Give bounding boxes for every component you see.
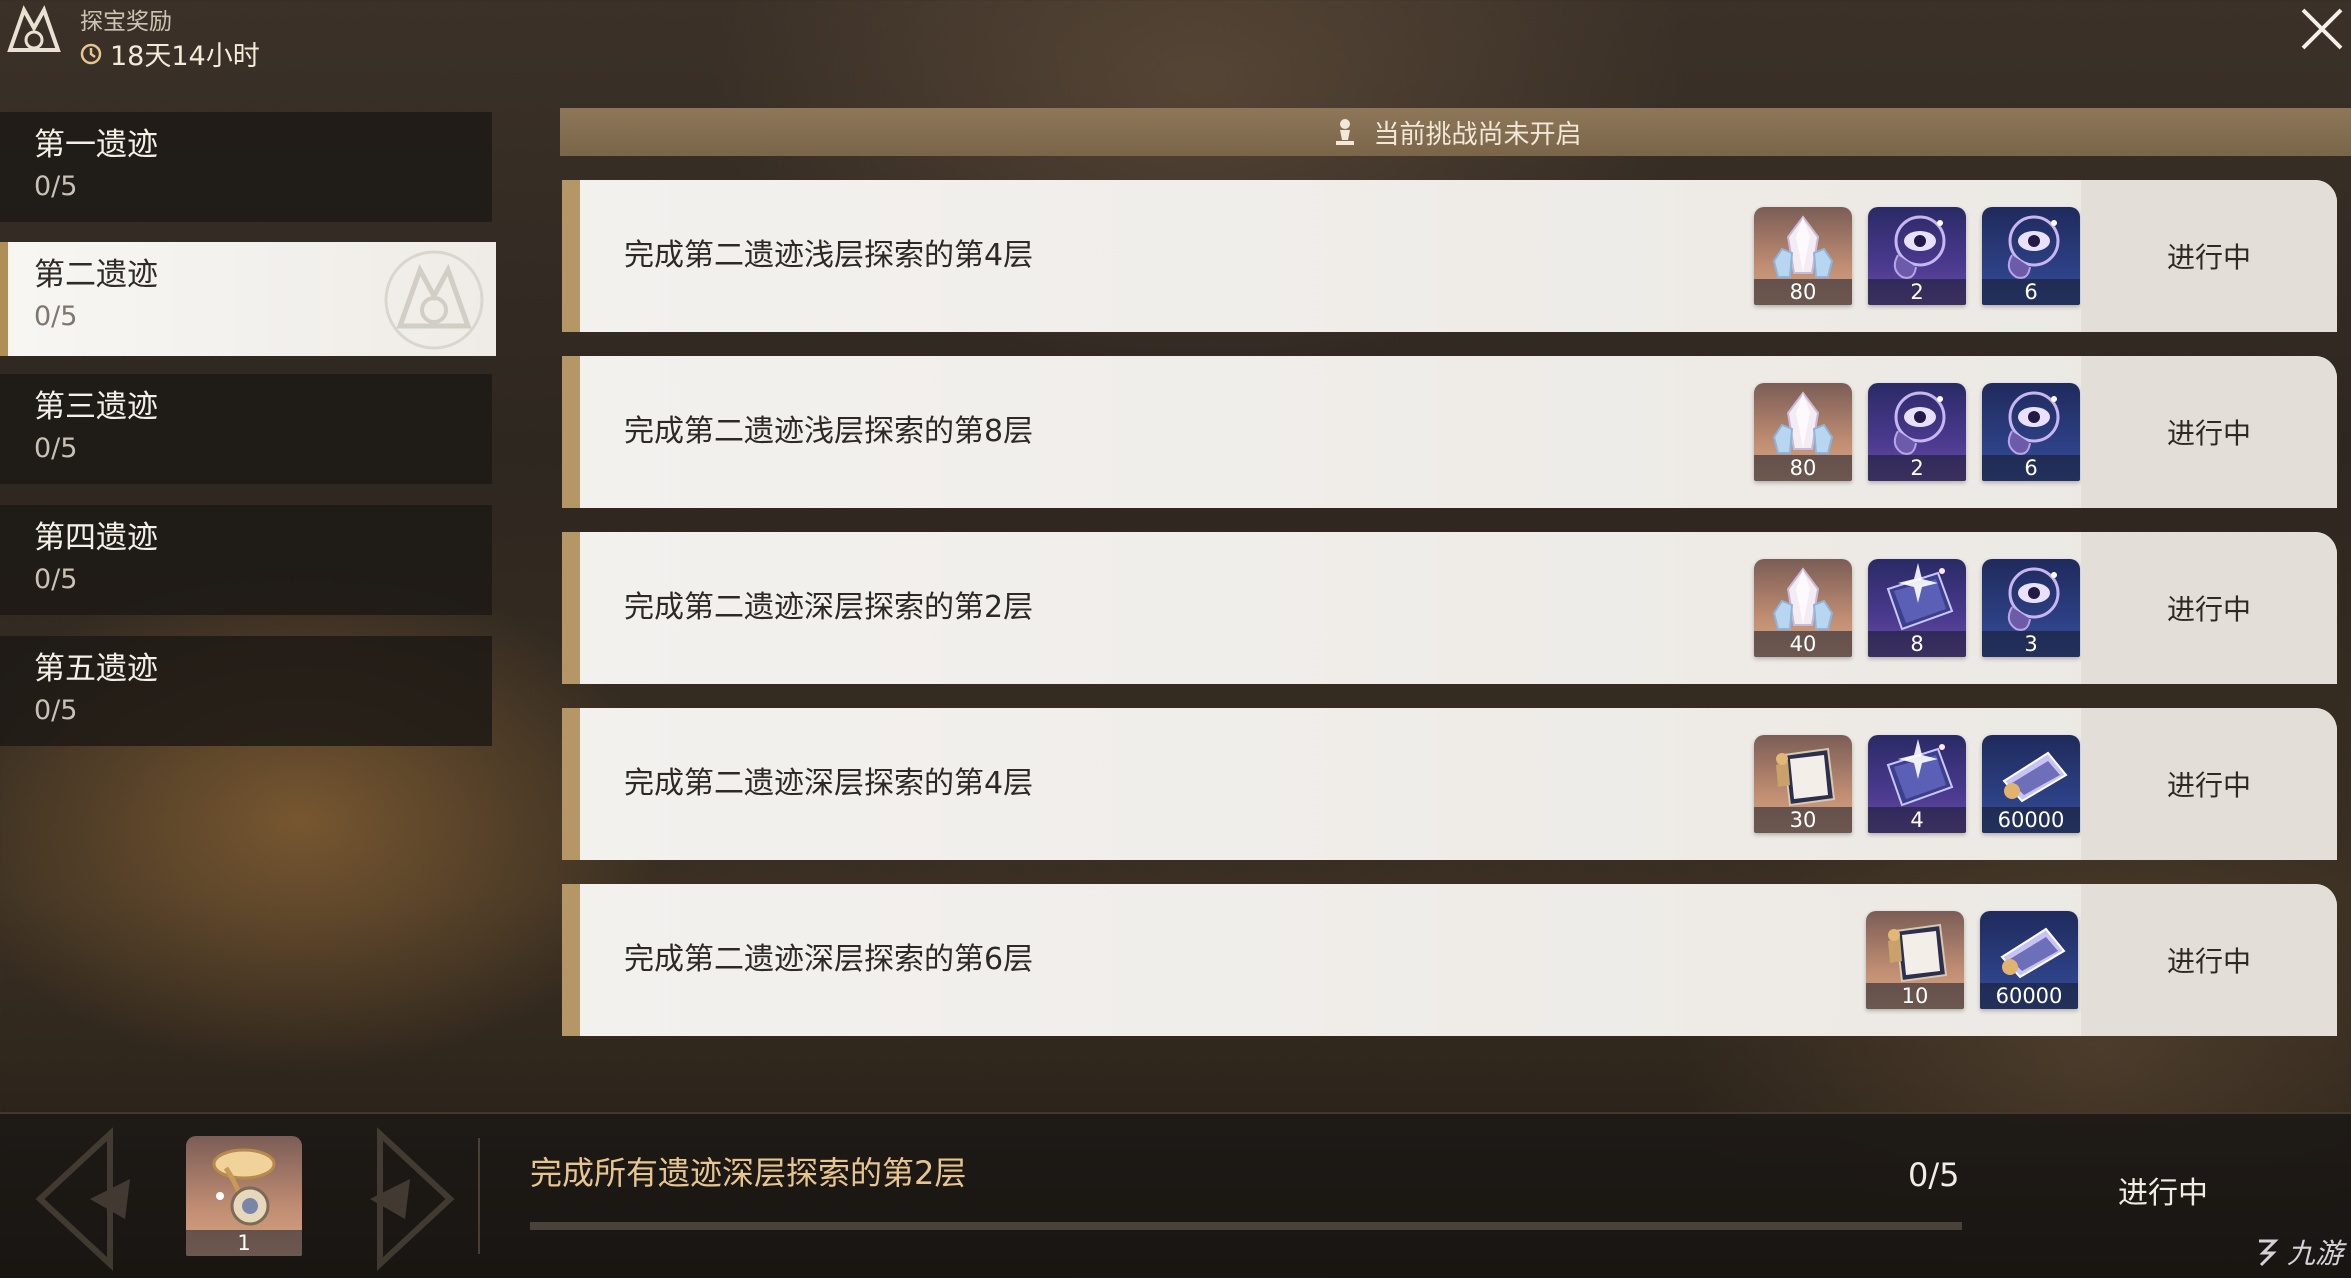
reward-qty: 6 bbox=[1982, 455, 2080, 481]
reward-item[interactable]: 60000 bbox=[1980, 911, 2078, 1009]
sidebar-item-ruin-2[interactable]: 第二遗迹 0/5 bbox=[0, 242, 496, 356]
overall-goal-progress: 0/5 bbox=[1908, 1156, 1960, 1194]
eye-orb-icon bbox=[1982, 383, 2080, 461]
reward-item[interactable]: 80 bbox=[1754, 383, 1852, 481]
task-row: 完成第二遗迹深层探索的第2层 40 8 3 进行中 bbox=[562, 532, 2337, 684]
reward-qty: 40 bbox=[1754, 631, 1852, 657]
clock-icon bbox=[80, 43, 102, 64]
progress-bar-track bbox=[530, 1222, 1962, 1230]
eye-orb-icon bbox=[1982, 559, 2080, 637]
watermark-logo-icon bbox=[2258, 1239, 2279, 1267]
sidebar-item-name: 第五遗迹 bbox=[34, 651, 158, 687]
task-status[interactable]: 进行中 bbox=[2081, 532, 2337, 684]
task-status[interactable]: 进行中 bbox=[2081, 356, 2337, 508]
reward-qty: 2 bbox=[1868, 455, 1966, 481]
reward-item[interactable]: 6 bbox=[1982, 207, 2080, 305]
task-status-text: 进行中 bbox=[2166, 417, 2251, 450]
watermark-text: 九游 bbox=[2286, 1237, 2343, 1270]
reward-qty: 80 bbox=[1754, 455, 1852, 481]
reward-qty: 1 bbox=[186, 1230, 302, 1256]
task-label: 完成第二遗迹深层探索的第4层 bbox=[624, 766, 1034, 801]
crystal-icon bbox=[1754, 207, 1852, 285]
task-label: 完成第二遗迹深层探索的第6层 bbox=[624, 942, 1034, 977]
reward-item[interactable]: 40 bbox=[1754, 559, 1852, 657]
close-icon[interactable] bbox=[2299, 6, 2345, 52]
credit-card-icon bbox=[1980, 911, 2078, 989]
sidebar-item-ruin-1[interactable]: 第一遗迹 0/5 bbox=[0, 112, 492, 222]
task-row: 完成第二遗迹浅层探索的第4层 80 2 6 进行中 bbox=[562, 180, 2337, 332]
sidebar-item-progress: 0/5 bbox=[34, 433, 78, 464]
task-row: 完成第二遗迹深层探索的第6层 10 60000 进行中 bbox=[562, 884, 2337, 1036]
task-status[interactable]: 进行中 bbox=[2081, 180, 2337, 332]
reward-item[interactable]: 60000 bbox=[1982, 735, 2080, 833]
reward-item[interactable]: 10 bbox=[1866, 911, 1964, 1009]
reward-qty: 8 bbox=[1868, 631, 1966, 657]
reward-qty: 6 bbox=[1982, 279, 2080, 305]
sidebar-item-name: 第三遗迹 bbox=[34, 389, 158, 425]
reward-qty: 2 bbox=[1868, 279, 1966, 305]
reward-item[interactable]: 80 bbox=[1754, 207, 1852, 305]
sparkle-book-icon bbox=[1868, 559, 1966, 637]
crystal-icon bbox=[1754, 383, 1852, 461]
eye-orb-icon bbox=[1868, 383, 1966, 461]
task-label: 完成第二遗迹浅层探索的第4层 bbox=[624, 238, 1034, 273]
reward-qty: 80 bbox=[1754, 279, 1852, 305]
reward-item[interactable]: 3 bbox=[1982, 559, 2080, 657]
overall-goal-label: 完成所有遗迹深层探索的第2层 bbox=[530, 1154, 967, 1192]
reward-qty: 30 bbox=[1754, 807, 1852, 833]
sidebar-item-progress: 0/5 bbox=[34, 564, 78, 595]
sidebar-item-progress: 0/5 bbox=[34, 171, 78, 202]
task-row: 完成第二遗迹深层探索的第4层 30 4 60000 进行中 bbox=[562, 708, 2337, 860]
task-row: 完成第二遗迹浅层探索的第8层 80 2 6 进行中 bbox=[562, 356, 2337, 508]
task-status-text: 进行中 bbox=[2166, 241, 2251, 274]
exp-book-icon bbox=[1754, 735, 1852, 813]
reward-qty: 10 bbox=[1866, 983, 1964, 1009]
reward-item[interactable]: 1 bbox=[186, 1136, 302, 1256]
page-title: 探宝奖励 bbox=[80, 9, 172, 35]
banner-text: 当前挑战尚未开启 bbox=[1373, 119, 1582, 150]
eye-orb-icon bbox=[1982, 207, 2080, 285]
reward-qty: 60000 bbox=[1980, 983, 2078, 1009]
overall-goal-bar: 1 完成所有遗迹深层探索的第2层 0/5 进行中 bbox=[0, 1112, 2351, 1278]
chess-pawn-icon bbox=[1336, 119, 1355, 145]
reward-item[interactable]: 2 bbox=[1868, 383, 1966, 481]
sidebar-item-ruin-5[interactable]: 第五遗迹 0/5 bbox=[0, 636, 492, 746]
compass-trophy-icon bbox=[186, 1136, 302, 1232]
sidebar-item-progress: 0/5 bbox=[34, 695, 78, 726]
exp-book-icon bbox=[1866, 911, 1964, 989]
sidebar-item-name: 第四遗迹 bbox=[34, 520, 158, 556]
reward-qty: 60000 bbox=[1982, 807, 2080, 833]
task-status[interactable]: 进行中 bbox=[2081, 708, 2337, 860]
credit-card-icon bbox=[1982, 735, 2080, 813]
reward-item[interactable]: 6 bbox=[1982, 383, 2080, 481]
eye-orb-icon bbox=[1868, 207, 1966, 285]
sparkle-book-icon bbox=[1868, 735, 1966, 813]
task-status-text: 进行中 bbox=[2166, 593, 2251, 626]
reward-item[interactable]: 30 bbox=[1754, 735, 1852, 833]
challenge-banner: 当前挑战尚未开启 bbox=[560, 108, 2351, 156]
watermark: 九游 bbox=[2253, 1232, 2343, 1272]
sidebar-item-ruin-4[interactable]: 第四遗迹 0/5 bbox=[0, 505, 492, 615]
reward-qty: 4 bbox=[1868, 807, 1966, 833]
sidebar-item-name: 第一遗迹 bbox=[34, 127, 158, 163]
task-status-text: 进行中 bbox=[2166, 945, 2251, 978]
crystal-icon bbox=[1754, 559, 1852, 637]
divider bbox=[478, 1138, 480, 1254]
task-label: 完成第二遗迹深层探索的第2层 bbox=[624, 590, 1034, 625]
reward-item[interactable]: 2 bbox=[1868, 207, 1966, 305]
logo-emblem-icon bbox=[7, 5, 61, 52]
overall-goal-status[interactable]: 进行中 bbox=[2118, 1168, 2208, 1212]
task-status[interactable]: 进行中 bbox=[2081, 884, 2337, 1036]
ruin-emblem-icon bbox=[384, 250, 484, 350]
task-status-text: 进行中 bbox=[2166, 769, 2251, 802]
task-label: 完成第二遗迹浅层探索的第8层 bbox=[624, 414, 1034, 449]
sidebar-item-ruin-3[interactable]: 第三遗迹 0/5 bbox=[0, 374, 492, 484]
timer-text: 18天14小时 bbox=[110, 41, 260, 72]
event-timer: 18天14小时 bbox=[80, 34, 260, 73]
reward-qty: 3 bbox=[1982, 631, 2080, 657]
reward-item[interactable]: 8 bbox=[1868, 559, 1966, 657]
reward-item[interactable]: 4 bbox=[1868, 735, 1966, 833]
